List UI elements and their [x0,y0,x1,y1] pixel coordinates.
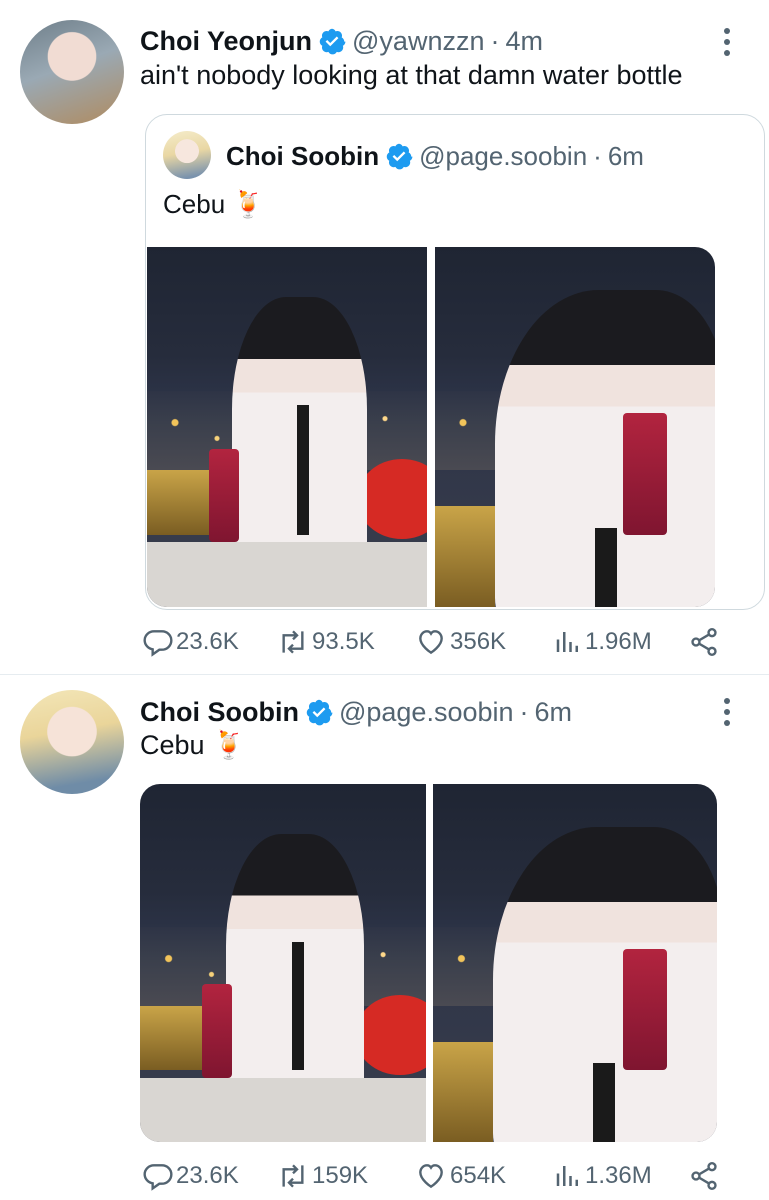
reply-icon [143,1164,173,1191]
timestamp[interactable]: 4m [505,24,543,58]
like-button[interactable]: 654K [414,1160,506,1192]
avatar[interactable] [20,690,124,794]
author-handle[interactable]: @yawnzzn [352,24,484,58]
views-icon [556,632,578,652]
timestamp[interactable]: 6m [535,695,573,729]
retweet-icon [282,1164,304,1188]
like-button[interactable]: 356K [414,626,506,658]
retweet-button[interactable]: 159K [276,1160,368,1192]
separator: · [593,141,602,171]
tweet-yeonjun[interactable]: Choi Yeonjun @yawnzzn · 4m ain't nobody … [0,0,769,672]
tweet-soobin[interactable]: Choi Soobin @page.soobin · 6m Cebu 🍹 23.… [0,676,769,1200]
author-name[interactable]: Choi Soobin [140,695,299,729]
action-bar: 23.6K 93.5K 356K 1.96M [0,622,769,662]
photo-2[interactable] [433,784,717,1142]
tweet-text: Cebu 🍹 [140,730,246,760]
more-icon[interactable] [721,698,733,728]
reply-button[interactable]: 23.6K [142,626,239,658]
view-count: 1.36M [585,1162,652,1189]
separator: · [519,697,529,727]
tweet-text: ain't nobody looking at that damn water … [140,60,683,90]
verified-icon [306,699,333,726]
share-button[interactable] [688,1160,722,1192]
divider [0,674,769,675]
reply-button[interactable]: 23.6K [142,1160,239,1192]
avatar [163,131,211,179]
quote-text: Cebu 🍹 [163,189,265,219]
quote-author-handle: @page.soobin [419,141,588,171]
share-icon [691,628,717,656]
verified-icon [386,143,413,170]
views-button[interactable]: 1.96M [553,626,652,658]
tweet-header: Choi Yeonjun @yawnzzn · 4m [140,24,543,58]
verified-icon [319,28,346,55]
tweet-header: Choi Soobin @page.soobin · 6m [140,695,572,729]
quote-header: Choi Soobin @page.soobin · 6m [226,139,644,173]
like-count: 356K [450,628,507,655]
quote-author-name: Choi Soobin [226,141,380,171]
photo-2[interactable] [435,247,715,607]
share-button[interactable] [688,626,722,658]
separator: · [490,26,500,56]
like-count: 654K [450,1162,507,1189]
quote-timestamp: 6m [607,141,644,171]
action-bar: 23.6K 159K 654K 1.36M [0,1156,769,1196]
avatar[interactable] [20,20,124,124]
retweet-button[interactable]: 93.5K [276,626,375,658]
view-count: 1.96M [585,628,652,655]
reply-count: 23.6K [176,628,239,655]
reply-count: 23.6K [176,1162,239,1189]
author-name[interactable]: Choi Yeonjun [140,24,312,58]
retweet-count: 93.5K [312,628,375,655]
like-icon [419,1164,443,1189]
photo-1[interactable] [147,247,427,607]
more-icon[interactable] [721,28,733,58]
reply-icon [143,630,173,657]
like-icon [419,630,443,655]
quoted-tweet[interactable]: Choi Soobin @page.soobin · 6m Cebu 🍹 [145,114,765,610]
views-button[interactable]: 1.36M [553,1160,652,1192]
views-icon [556,1166,578,1186]
retweet-count: 159K [312,1162,369,1189]
author-handle[interactable]: @page.soobin [339,695,514,729]
photo-1[interactable] [140,784,426,1142]
share-icon [691,1162,717,1190]
retweet-icon [282,630,304,654]
